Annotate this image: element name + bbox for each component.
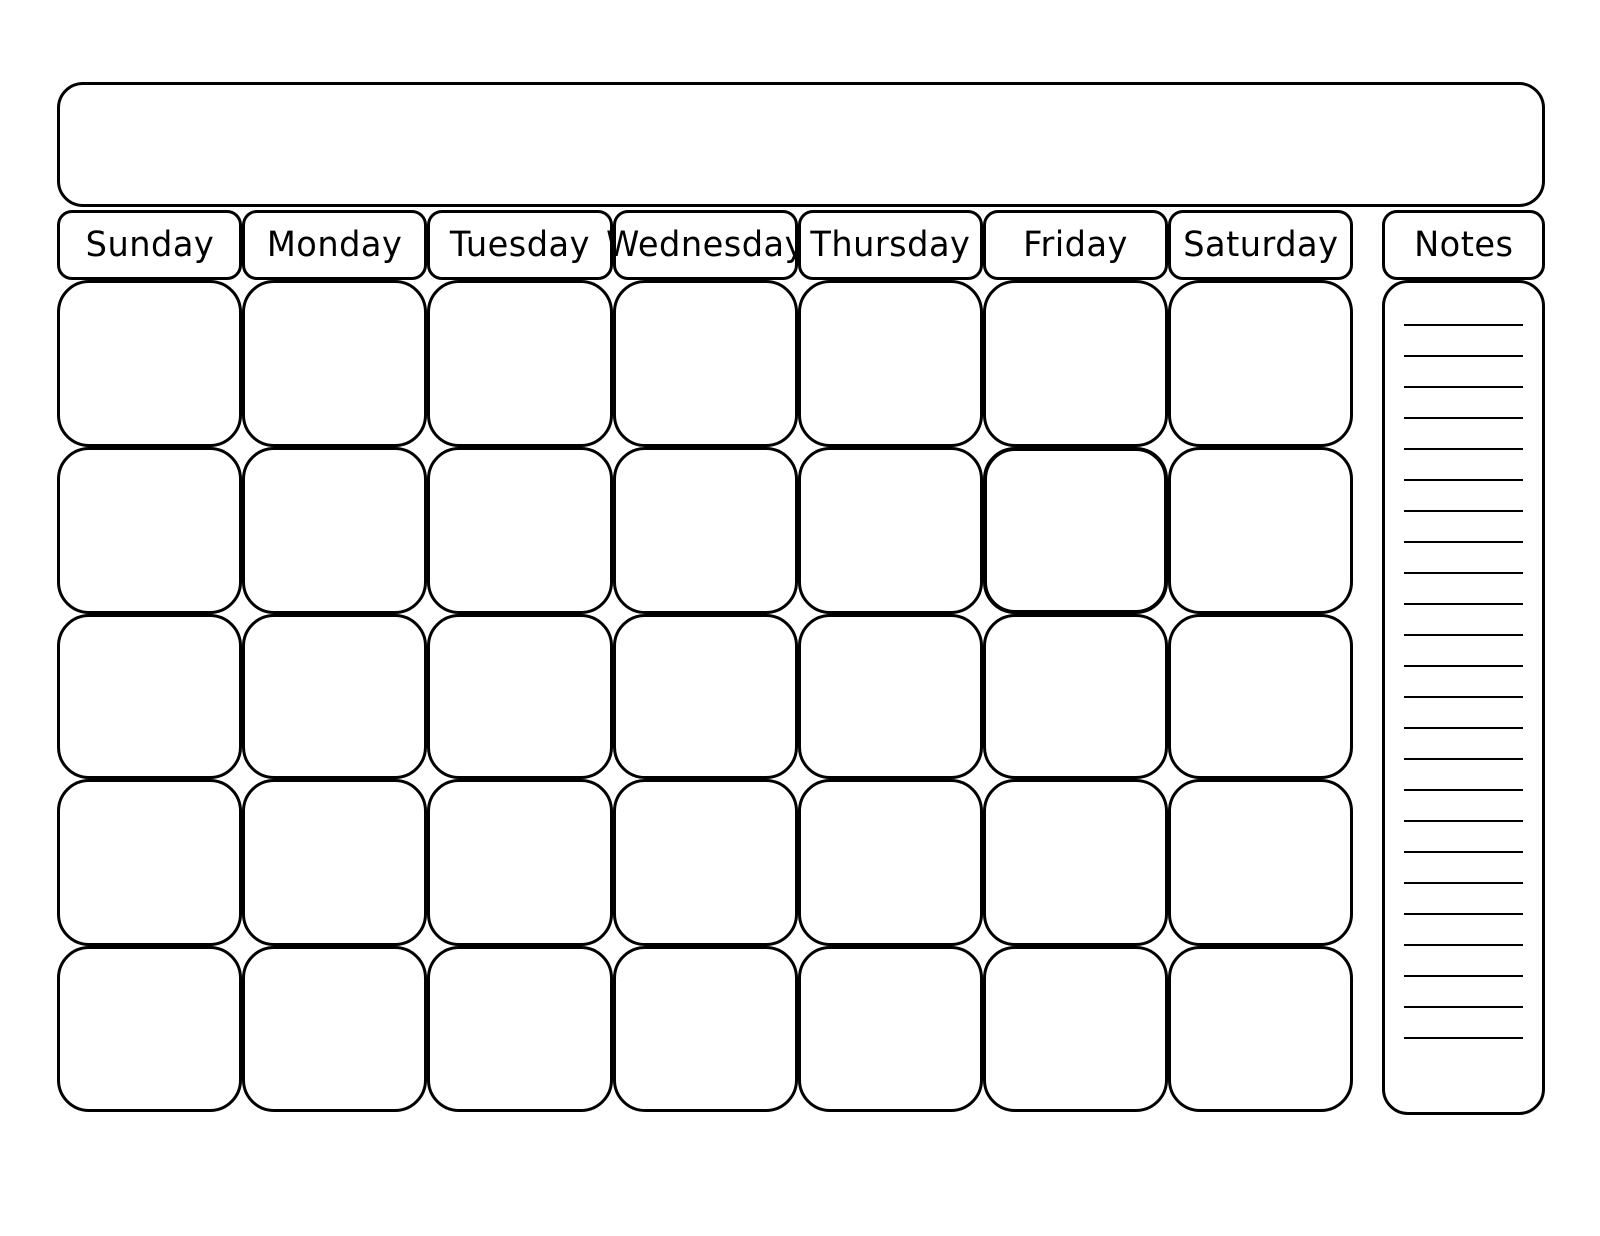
day-cell[interactable] (427, 280, 613, 447)
day-cell[interactable] (798, 946, 983, 1112)
weekday-header-label: Monday (266, 224, 403, 265)
weekday-header-saturday: Saturday (1168, 210, 1353, 280)
day-cell[interactable] (983, 280, 1168, 447)
weekday-header-label: Saturday (1182, 224, 1339, 265)
day-cell[interactable] (427, 779, 613, 946)
day-cell[interactable] (1168, 280, 1353, 447)
day-cell[interactable] (613, 447, 798, 614)
weekday-header-label: Friday (1023, 224, 1128, 265)
month-title-banner[interactable] (57, 82, 1545, 207)
notes-header: Notes (1382, 210, 1545, 280)
day-cell[interactable] (1168, 614, 1353, 779)
day-cell[interactable] (427, 614, 613, 779)
day-cell[interactable] (613, 280, 798, 447)
weekday-header-label: Wednesday (606, 224, 805, 265)
notes-panel[interactable] (1382, 280, 1545, 1115)
day-cell[interactable] (798, 280, 983, 447)
weekday-header-wednesday: Wednesday (606, 210, 804, 280)
day-cell[interactable] (1168, 447, 1353, 614)
day-cell[interactable] (613, 614, 798, 779)
day-cell[interactable] (983, 779, 1168, 946)
day-cell[interactable] (1168, 779, 1353, 946)
day-cell[interactable] (427, 946, 613, 1112)
weekday-header-sunday: Sunday (57, 210, 242, 280)
day-cell[interactable] (983, 946, 1168, 1112)
day-cell[interactable] (57, 946, 242, 1112)
day-cell[interactable] (242, 779, 427, 946)
day-cell[interactable] (613, 779, 798, 946)
day-cell[interactable] (798, 614, 983, 779)
notes-header-label: Notes (1413, 224, 1514, 265)
weekday-header-label: Sunday (85, 224, 214, 265)
weekday-header-tuesday: Tuesday (427, 210, 613, 280)
weekday-header-friday: Friday (983, 210, 1168, 280)
weekday-header-thursday: Thursday (798, 210, 983, 280)
weekday-header-label: Thursday (810, 224, 971, 265)
day-cell[interactable] (57, 280, 242, 447)
day-cell[interactable] (57, 447, 242, 614)
day-cell[interactable] (242, 946, 427, 1112)
day-cell[interactable] (798, 779, 983, 946)
day-cell[interactable] (1168, 946, 1353, 1112)
weekday-header-monday: Monday (242, 210, 427, 280)
day-cell[interactable] (613, 946, 798, 1112)
day-cell[interactable] (427, 447, 613, 614)
day-cell[interactable] (242, 447, 427, 614)
calendar-page: Sunday Monday Tuesday Wednesday Thursday Frid… (0, 0, 1600, 1236)
day-cell[interactable] (242, 280, 427, 447)
day-cell[interactable] (57, 614, 242, 779)
day-cell[interactable] (242, 614, 427, 779)
day-cell[interactable] (57, 779, 242, 946)
day-cell[interactable] (798, 447, 983, 614)
weekday-header-label: Tuesday (449, 224, 591, 265)
day-cell[interactable] (983, 614, 1168, 779)
day-cell[interactable] (983, 447, 1168, 614)
